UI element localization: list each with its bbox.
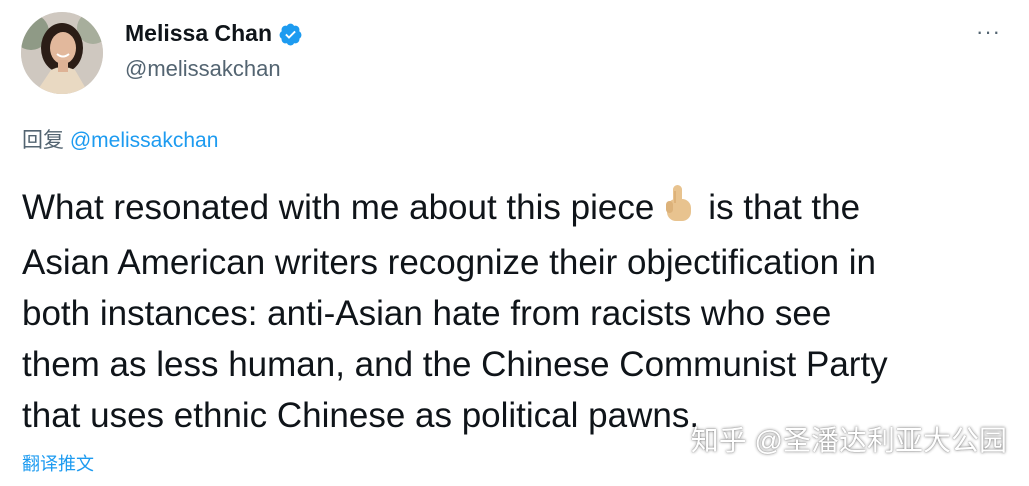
tweet-text: What resonated with me about this piece i… xyxy=(22,182,1012,441)
author-display-name[interactable]: Melissa Chan xyxy=(125,18,272,48)
tweet-text-segment: What resonated with me about this piece xyxy=(22,188,655,227)
author-name-row: Melissa Chan xyxy=(125,18,303,48)
tweet-text-line: What resonated with me about this piece i… xyxy=(22,182,1012,237)
author-handle[interactable]: @melissakchan xyxy=(125,54,281,84)
reply-mention-link[interactable]: @melissakchan xyxy=(70,129,219,152)
tweet-text-segment: is that the xyxy=(708,188,861,227)
tweet-text-line: both instances: anti-Asian hate from rac… xyxy=(22,294,832,333)
watermark: 知乎 @圣潘达利亚大公园 xyxy=(690,425,1007,456)
tweet-text-line: them as less human, and the Chinese Comm… xyxy=(22,345,888,384)
avatar[interactable] xyxy=(21,12,103,94)
reply-prefix: 回复 xyxy=(22,129,64,152)
pointing-up-hand-emoji xyxy=(658,183,698,237)
more-options-icon[interactable]: ··· xyxy=(976,21,1001,43)
profile-photo xyxy=(21,12,103,94)
translate-tweet-link[interactable]: 翻译推文 xyxy=(22,452,94,476)
reply-context: 回复 @melissakchan xyxy=(22,126,218,156)
tweet-text-line: Asian American writers recognize their o… xyxy=(22,243,876,282)
verified-badge-icon xyxy=(278,22,303,47)
